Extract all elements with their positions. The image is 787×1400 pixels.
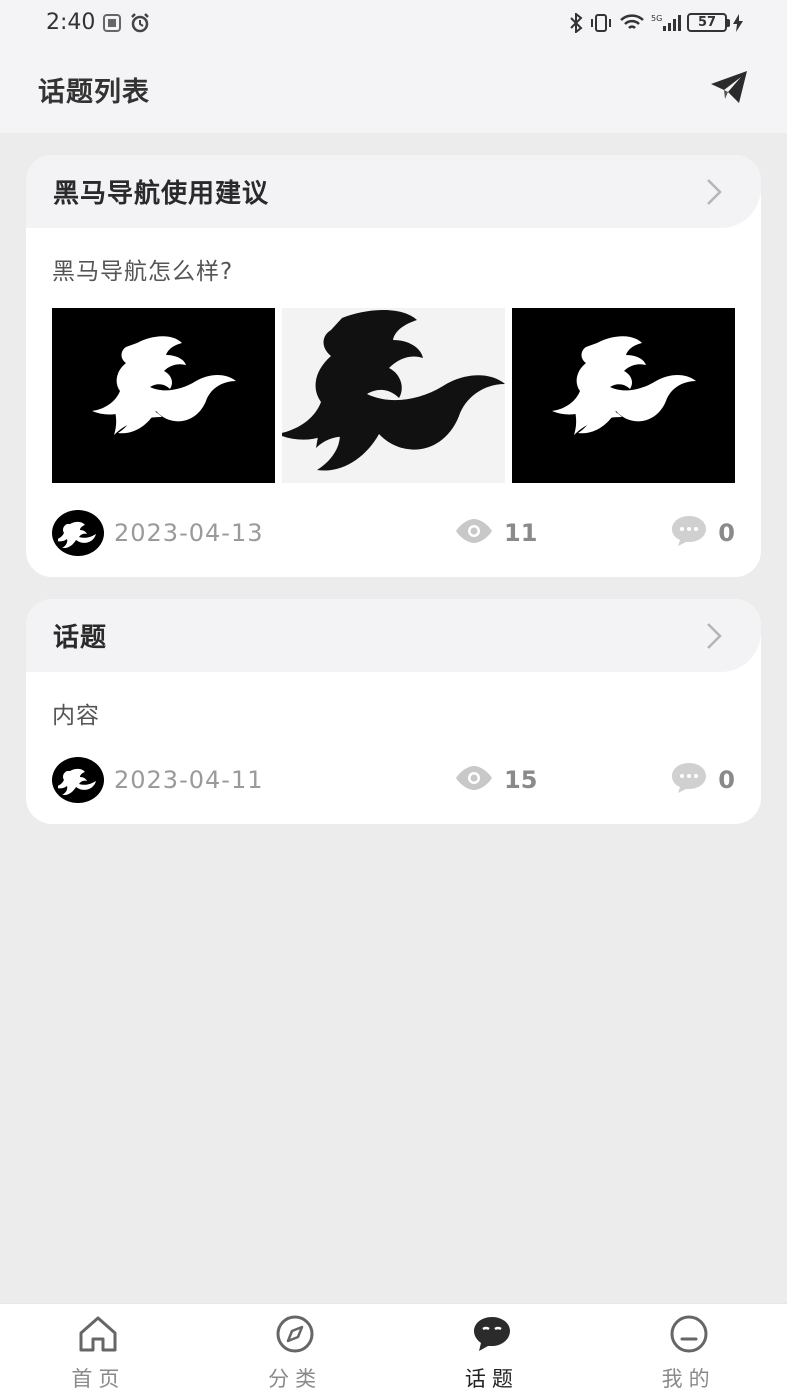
comment-icon [670,514,708,552]
vibrate-icon [589,13,613,33]
header: 话题列表 [0,45,787,133]
topic-meta: 2023-04-11 15 0 [52,756,735,804]
tab-home[interactable]: 首页 [0,1304,197,1400]
topic-image[interactable] [512,308,735,483]
view-count: 11 [504,519,538,547]
tab-label: 我的 [661,1367,716,1391]
alarm-icon [129,12,151,33]
topic-card-body: 黑马导航怎么样? 2023-04-13 11 0 [26,228,761,577]
topic-date: 2023-04-11 [114,766,264,794]
comment-icon [670,761,708,799]
page-title: 话题列表 [38,76,150,108]
battery-indicator: 57 [687,13,730,32]
bluetooth-icon [569,12,583,33]
battery-level: 57 [697,15,717,30]
tab-profile[interactable]: 我的 [590,1304,787,1400]
topic-card[interactable]: 话题 内容 2023-04-11 15 0 [26,599,761,824]
avatar[interactable] [52,757,104,803]
status-time: 2:40 [46,10,96,35]
send-icon [710,70,748,108]
chevron-right-icon [705,177,725,207]
wifi-icon [619,13,645,33]
topic-card-header[interactable]: 话题 [26,599,761,672]
chevron-right-icon [705,621,725,651]
bottom-tab-bar: 首页 分类 话题 我的 [0,1303,787,1400]
topic-views: 15 [454,765,670,795]
eye-icon [454,518,494,548]
status-left: 2:40 [46,10,151,35]
status-right: 5G 57 [569,12,743,33]
topic-card-header[interactable]: 黑马导航使用建议 [26,155,761,228]
topic-card-body: 内容 2023-04-11 15 0 [26,672,761,824]
home-icon [77,1315,119,1357]
topic-content: 内容 [52,703,100,729]
topic-content: 黑马导航怎么样? [52,259,234,285]
horse-logo-image [92,336,236,435]
charging-icon [733,13,743,32]
topic-comments[interactable]: 0 [670,514,735,552]
tab-label: 首页 [71,1367,126,1391]
avatar-logo-image [58,521,96,548]
topic-images [52,308,735,483]
topic-title: 黑马导航使用建议 [53,179,270,209]
avatar-logo-image [58,768,96,795]
view-count: 15 [504,766,538,794]
topic-title: 话题 [53,623,108,653]
tab-label: 分类 [268,1367,323,1391]
topic-views: 11 [454,518,670,548]
chat-icon [471,1315,513,1357]
horse-logo-image [282,310,505,471]
topic-date: 2023-04-13 [114,519,264,547]
topic-comments[interactable]: 0 [670,761,735,799]
send-button[interactable] [709,69,749,109]
network-label: 5G [651,14,662,23]
avatar[interactable] [52,510,104,556]
tab-topics[interactable]: 话题 [394,1304,591,1400]
status-bar: 2:40 5G 57 [0,0,787,45]
comment-count: 0 [718,766,735,794]
hmos-icon [103,13,122,32]
eye-icon [454,765,494,795]
tab-category[interactable]: 分类 [197,1304,394,1400]
signal-icon: 5G [651,13,681,33]
topic-image[interactable] [52,308,275,483]
profile-icon [668,1315,710,1357]
topic-image[interactable] [282,308,505,483]
tab-label: 话题 [464,1367,519,1391]
horse-logo-image [552,336,696,435]
topic-meta: 2023-04-13 11 0 [52,509,735,557]
topic-list: 黑马导航使用建议 黑马导航怎么样? 2023-04-13 11 0 话题 内容 … [26,155,761,846]
compass-icon [274,1315,316,1357]
topic-card[interactable]: 黑马导航使用建议 黑马导航怎么样? 2023-04-13 11 0 [26,155,761,577]
comment-count: 0 [718,519,735,547]
